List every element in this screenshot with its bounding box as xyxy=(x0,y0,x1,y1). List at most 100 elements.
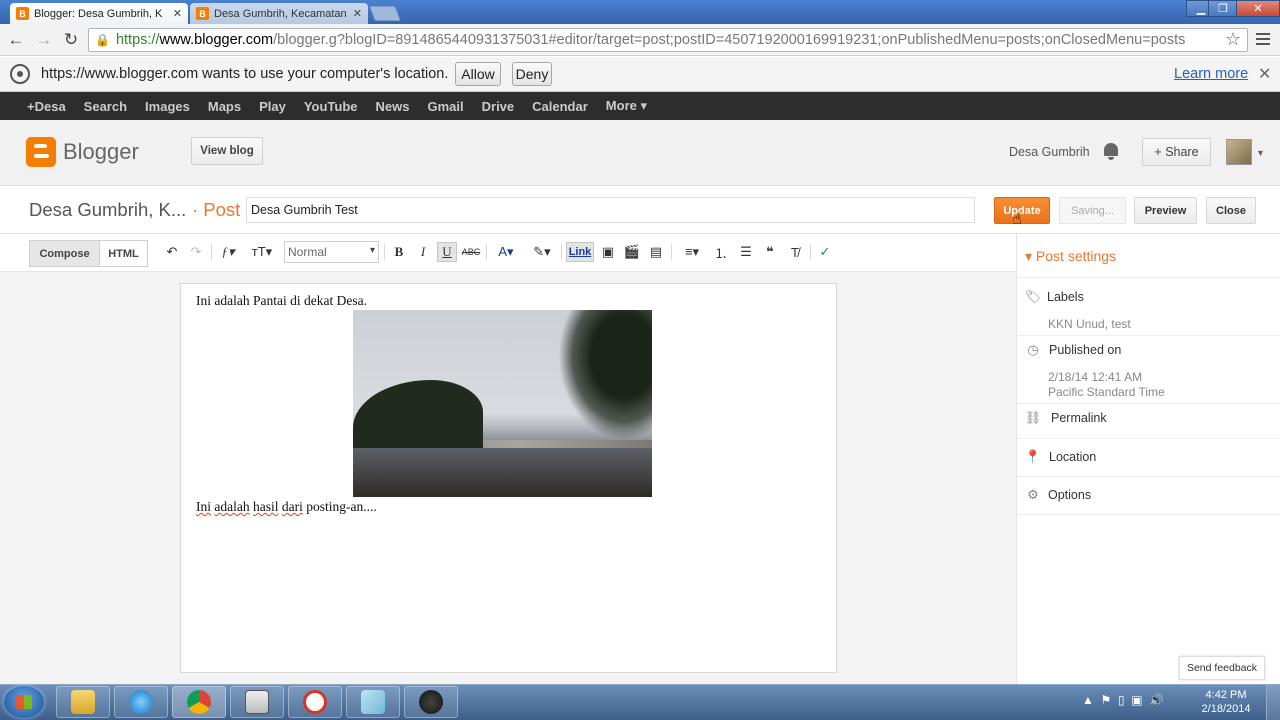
redo-icon[interactable]: ↷ xyxy=(186,242,206,262)
forward-arrow-icon[interactable]: → xyxy=(34,30,54,50)
system-tray[interactable]: ▲ ⚑ ▯ ▣ 🔊 xyxy=(1082,693,1164,707)
undo-icon[interactable]: ↶ xyxy=(162,242,182,262)
remove-formatting-icon[interactable]: T̸ xyxy=(785,242,805,262)
ie-taskbar-button[interactable] xyxy=(114,686,168,718)
options-label[interactable]: Options xyxy=(1048,488,1091,502)
post-title-input[interactable]: Desa Gumbrih Test xyxy=(246,197,975,223)
font-family-icon[interactable]: ƒ▾ xyxy=(218,242,238,262)
insert-image-icon[interactable]: ▣ xyxy=(598,242,618,262)
notification-bell-icon[interactable] xyxy=(1103,143,1119,160)
numbered-list-icon[interactable]: ⒈ xyxy=(711,242,731,262)
post-body-editor[interactable]: Ini adalah Pantai di dekat Desa. Ini ada… xyxy=(180,283,837,673)
infobar-message: https://www.blogger.com wants to use you… xyxy=(41,66,449,82)
obs-taskbar-button[interactable] xyxy=(404,686,458,718)
permalink-label[interactable]: Permalink xyxy=(1051,411,1107,425)
html-mode-button[interactable]: HTML xyxy=(99,240,148,267)
chrome-menu-icon[interactable] xyxy=(1256,33,1270,48)
preview-button[interactable]: Preview xyxy=(1134,197,1197,224)
close-button[interactable]: Close xyxy=(1206,197,1256,224)
location-label[interactable]: Location xyxy=(1049,450,1096,464)
send-feedback-button[interactable]: Send feedback xyxy=(1179,656,1265,680)
gbar-item[interactable]: Play xyxy=(259,99,286,114)
tab-close-icon[interactable]: ✕ xyxy=(173,7,182,20)
new-tab-button[interactable] xyxy=(369,6,401,21)
red-swirl-app-icon xyxy=(303,690,327,714)
media-classic-taskbar-button[interactable] xyxy=(230,686,284,718)
gbar-item[interactable]: Drive xyxy=(482,99,515,114)
allow-button[interactable]: Allow xyxy=(455,62,501,86)
paragraph-format-select[interactable]: Normal xyxy=(284,241,379,263)
toolbar-divider xyxy=(810,244,811,260)
gbar-item[interactable]: Calendar xyxy=(532,99,588,114)
gbar-more-menu[interactable]: More ▾ xyxy=(606,98,647,114)
published-on-label[interactable]: Published on xyxy=(1049,343,1121,357)
user-name[interactable]: Desa Gumbrih xyxy=(1009,145,1090,159)
learn-more-link[interactable]: Learn more xyxy=(1174,66,1248,82)
update-button[interactable]: Update xyxy=(994,197,1050,224)
chevron-down-icon[interactable]: ▼ xyxy=(1256,148,1265,158)
blogger-logo-icon[interactable] xyxy=(26,137,56,167)
maximize-button[interactable]: ❐ xyxy=(1208,0,1238,17)
avatar[interactable] xyxy=(1226,139,1252,165)
toolbar-divider xyxy=(384,244,385,260)
clock-icon: ◷ xyxy=(1027,342,1039,357)
alignment-icon[interactable]: ≡▾ xyxy=(677,242,707,262)
reload-icon[interactable]: ↻ xyxy=(61,30,81,50)
strikethrough-icon[interactable]: ABC xyxy=(461,242,481,262)
show-desktop-button[interactable] xyxy=(1266,685,1280,720)
italic-icon[interactable]: I xyxy=(413,242,433,262)
misspelled-word: Ini xyxy=(196,499,211,514)
gbar-item[interactable]: YouTube xyxy=(304,99,358,114)
gbar-item[interactable]: News xyxy=(376,99,410,114)
post-paragraph: Ini adalah hasil dari posting-an.... xyxy=(196,499,377,515)
back-arrow-icon[interactable]: ← xyxy=(6,30,26,50)
infobar-close-icon[interactable]: ✕ xyxy=(1258,64,1271,84)
link-button[interactable]: Link xyxy=(566,242,594,262)
tab-close-icon[interactable]: ✕ xyxy=(353,7,362,20)
spell-check-icon[interactable]: ✓ xyxy=(815,242,835,262)
gbar-item[interactable]: Gmail xyxy=(428,99,464,114)
labels-label[interactable]: Labels xyxy=(1047,290,1084,304)
start-button-icon[interactable] xyxy=(4,686,44,718)
taskbar-clock[interactable]: 4:42 PM 2/18/2014 xyxy=(1196,688,1256,716)
app-taskbar-button[interactable] xyxy=(346,686,400,718)
font-size-icon[interactable]: тT▾ xyxy=(250,242,274,262)
window-close-button[interactable]: ✕ xyxy=(1236,0,1280,17)
toolbar-divider xyxy=(211,244,212,260)
gbar-item[interactable]: Search xyxy=(84,99,127,114)
divider xyxy=(1017,438,1280,439)
tab-desa-gumbrih[interactable]: B Desa Gumbrih, Kecamatan ✕ xyxy=(190,3,368,24)
tab-blogger-editor[interactable]: B Blogger: Desa Gumbrih, K ✕ xyxy=(10,3,188,24)
bookmark-star-icon[interactable]: ☆ xyxy=(1225,29,1241,50)
compose-mode-button[interactable]: Compose xyxy=(29,240,100,267)
app-taskbar-button[interactable] xyxy=(288,686,342,718)
insert-video-icon[interactable]: 🎬 xyxy=(622,242,642,262)
view-blog-button[interactable]: View blog xyxy=(191,137,263,165)
explorer-taskbar-button[interactable] xyxy=(56,686,110,718)
url-host: www.blogger.com xyxy=(159,32,274,48)
highlight-color-icon[interactable]: ✎▾ xyxy=(527,242,557,262)
deny-button[interactable]: Deny xyxy=(512,62,552,86)
underline-icon[interactable]: U xyxy=(437,242,457,262)
text-color-icon[interactable]: A▾ xyxy=(491,242,521,262)
insert-jump-break-icon[interactable]: ▤ xyxy=(646,242,666,262)
published-timezone: Pacific Standard Time xyxy=(1048,385,1165,399)
address-bar[interactable]: 🔒 https://www.blogger.com/blogger.g?blog… xyxy=(88,28,1248,52)
beach-photo[interactable] xyxy=(353,310,652,497)
toolbar-divider xyxy=(671,244,672,260)
saving-button[interactable]: Saving... xyxy=(1059,197,1126,224)
quote-icon[interactable]: ❝ xyxy=(760,242,780,262)
gbar-item[interactable]: +Desa xyxy=(27,99,66,114)
post-settings-heading[interactable]: ▾ Post settings xyxy=(1025,248,1116,265)
bulleted-list-icon[interactable]: ☰ xyxy=(736,242,756,262)
mouse-pointer-icon: ☝ xyxy=(1012,211,1022,228)
divider xyxy=(1017,277,1280,278)
gbar-item[interactable]: Maps xyxy=(208,99,241,114)
bold-icon[interactable]: B xyxy=(389,242,409,262)
share-button[interactable]: + Share xyxy=(1142,138,1211,166)
blogger-brand[interactable]: Blogger xyxy=(63,139,139,165)
url-scheme: https:// xyxy=(115,32,160,48)
blog-title[interactable]: Desa Gumbrih, K... xyxy=(29,199,186,221)
gbar-item[interactable]: Images xyxy=(145,99,190,114)
chrome-taskbar-button[interactable] xyxy=(172,686,226,718)
